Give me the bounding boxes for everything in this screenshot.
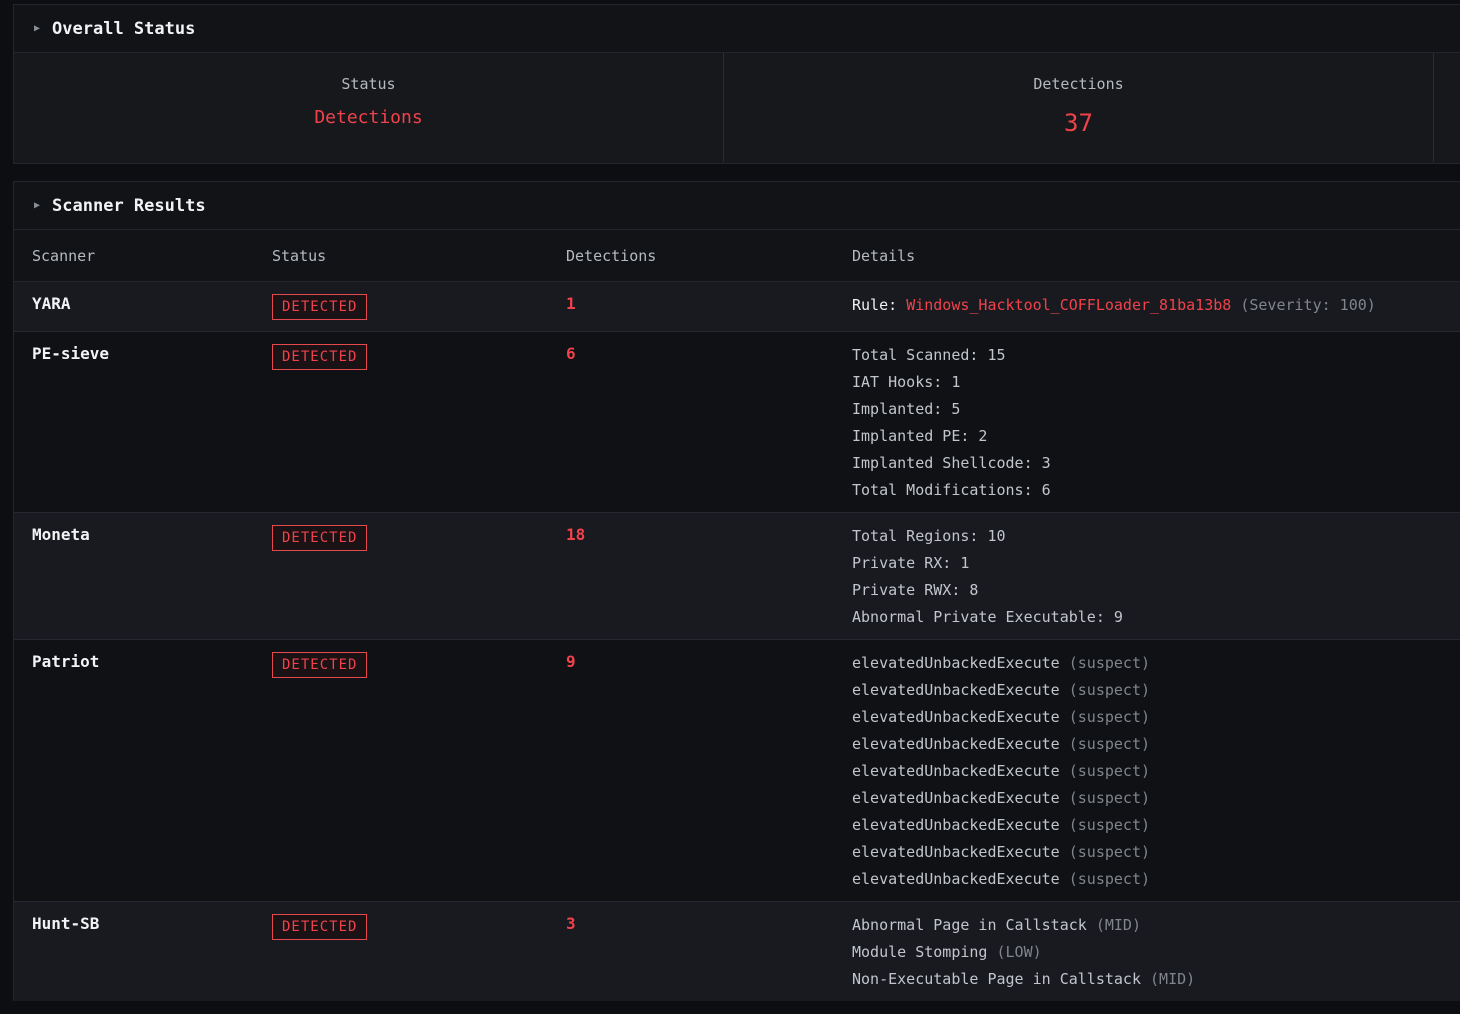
details-cell: Total Regions: 10 Private RX: 1 Private …: [852, 523, 1460, 639]
detail-line: Module Stomping (LOW): [852, 939, 1460, 966]
table-row: Hunt-SB DETECTED 3 Abnormal Page in Call…: [14, 902, 1460, 1001]
overall-status-title: Overall Status: [52, 18, 196, 39]
overall-stats: Status Detections Detections 37: [14, 53, 1460, 162]
detail-line: elevatedUnbackedExecute (suspect): [852, 866, 1460, 893]
detail-tag: (suspect): [1068, 762, 1151, 780]
detail-line: Total Scanned: 15: [852, 346, 1006, 364]
detail-line: Implanted PE: 2: [852, 427, 988, 445]
chevron-right-icon: ▶: [34, 200, 41, 211]
detail-tag: (MID): [1150, 970, 1196, 988]
scanner-name: Hunt-SB: [32, 914, 100, 933]
detail-tag: (suspect): [1068, 708, 1151, 726]
column-header-scanner: Scanner: [32, 246, 96, 265]
detail-line: elevatedUnbackedExecute (suspect): [852, 677, 1460, 704]
status-stat: Status Detections: [14, 53, 724, 162]
detail-text: elevatedUnbackedExecute: [852, 816, 1060, 834]
rule-severity: (Severity: 100): [1240, 296, 1376, 314]
detail-text: elevatedUnbackedExecute: [852, 789, 1060, 807]
chevron-right-icon: ▶: [34, 23, 41, 34]
detail-line: elevatedUnbackedExecute (suspect): [852, 758, 1460, 785]
details-cell: Rule: Windows_Hacktool_COFFLoader_81ba13…: [852, 292, 1460, 331]
detail-line: elevatedUnbackedExecute (suspect): [852, 839, 1460, 866]
table-row: YARA DETECTED 1 Rule: Windows_Hacktool_C…: [14, 282, 1460, 332]
detail-line: elevatedUnbackedExecute (suspect): [852, 731, 1460, 758]
detail-tag: (suspect): [1068, 870, 1151, 888]
table-row: PE-sieve DETECTED 6 Total Scanned: 15 IA…: [14, 332, 1460, 513]
detections-stat-value: 37: [1064, 109, 1093, 137]
table-row: Patriot DETECTED 9 elevatedUnbackedExecu…: [14, 640, 1460, 902]
detail-line: Implanted Shellcode: 3: [852, 454, 1051, 472]
detail-line: Private RX: 1: [852, 554, 970, 572]
scanner-name: Moneta: [32, 525, 90, 544]
detail-tag: (LOW): [996, 943, 1042, 961]
detail-line: IAT Hooks: 1: [852, 373, 961, 391]
detail-text: Non-Executable Page in Callstack: [852, 970, 1141, 988]
details-cell: Abnormal Page in Callstack (MID) Module …: [852, 912, 1460, 1001]
detection-count: 6: [566, 344, 576, 363]
detail-text: elevatedUnbackedExecute: [852, 870, 1060, 888]
details-cell: elevatedUnbackedExecute (suspect) elevat…: [852, 650, 1460, 901]
details-cell: Total Scanned: 15 IAT Hooks: 1 Implanted…: [852, 342, 1460, 512]
column-header-status: Status: [272, 246, 327, 265]
detail-line: Non-Executable Page in Callstack (MID): [852, 966, 1460, 993]
status-badge: DETECTED: [272, 652, 368, 678]
detail-text: elevatedUnbackedExecute: [852, 654, 1060, 672]
detail-tag: (suspect): [1068, 654, 1151, 672]
detail-line: elevatedUnbackedExecute (suspect): [852, 650, 1460, 677]
detection-count: 18: [566, 525, 586, 544]
detections-stat: Detections 37: [724, 53, 1434, 162]
detail-tag: (suspect): [1068, 843, 1151, 861]
status-badge: DETECTED: [272, 344, 368, 370]
scanner-name: Patriot: [32, 652, 100, 671]
detail-tag: (suspect): [1068, 681, 1151, 699]
detail-tag: (suspect): [1068, 789, 1151, 807]
detail-tag: (suspect): [1068, 816, 1151, 834]
scanner-name: YARA: [32, 294, 71, 313]
column-header-details: Details: [852, 246, 916, 265]
detail-text: Module Stomping: [852, 943, 988, 961]
detail-line: Private RWX: 8: [852, 581, 979, 599]
detail-text: elevatedUnbackedExecute: [852, 708, 1060, 726]
overall-status-panel: ▶ Overall Status Status Detections Detec…: [13, 4, 1460, 164]
detection-count: 1: [566, 294, 576, 313]
scanner-name: PE-sieve: [32, 344, 110, 363]
detail-line: Total Modifications: 6: [852, 481, 1051, 499]
detail-line: elevatedUnbackedExecute (suspect): [852, 812, 1460, 839]
status-stat-value: Detections: [314, 107, 423, 128]
detail-text: elevatedUnbackedExecute: [852, 681, 1060, 699]
column-header-detections: Detections: [566, 246, 657, 265]
detail-line: Abnormal Page in Callstack (MID): [852, 912, 1460, 939]
detections-stat-label: Detections: [1033, 75, 1124, 93]
detail-line: Implanted: 5: [852, 400, 961, 418]
overall-status-header[interactable]: ▶ Overall Status: [14, 5, 1460, 53]
detail-line: Total Regions: 10: [852, 527, 1006, 545]
rule-prefix: Rule:: [852, 296, 898, 314]
status-stat-label: Status: [341, 75, 396, 93]
detection-count: 9: [566, 652, 576, 671]
detail-line: elevatedUnbackedExecute (suspect): [852, 785, 1460, 812]
detail-text: elevatedUnbackedExecute: [852, 762, 1060, 780]
detail-line: elevatedUnbackedExecute (suspect): [852, 704, 1460, 731]
scanner-results-panel: ▶ Scanner Results Scanner Status Detecti…: [13, 181, 1460, 1001]
table-row: Moneta DETECTED 18 Total Regions: 10 Pri…: [14, 513, 1460, 640]
detail-text: elevatedUnbackedExecute: [852, 843, 1060, 861]
scanner-results-title: Scanner Results: [52, 195, 206, 216]
status-badge: DETECTED: [272, 914, 368, 940]
status-badge: DETECTED: [272, 525, 368, 551]
detail-tag: (MID): [1095, 916, 1141, 934]
detail-text: Abnormal Page in Callstack: [852, 916, 1087, 934]
detection-count: 3: [566, 914, 576, 933]
detail-tag: (suspect): [1068, 735, 1151, 753]
detail-line: Abnormal Private Executable: 9: [852, 608, 1123, 626]
status-badge: DETECTED: [272, 294, 368, 320]
table-header: Scanner Status Detections Details: [14, 230, 1460, 282]
scanner-results-header[interactable]: ▶ Scanner Results: [14, 182, 1460, 230]
detail-text: elevatedUnbackedExecute: [852, 735, 1060, 753]
rule-name: Windows_Hacktool_COFFLoader_81ba13b8: [906, 296, 1232, 314]
